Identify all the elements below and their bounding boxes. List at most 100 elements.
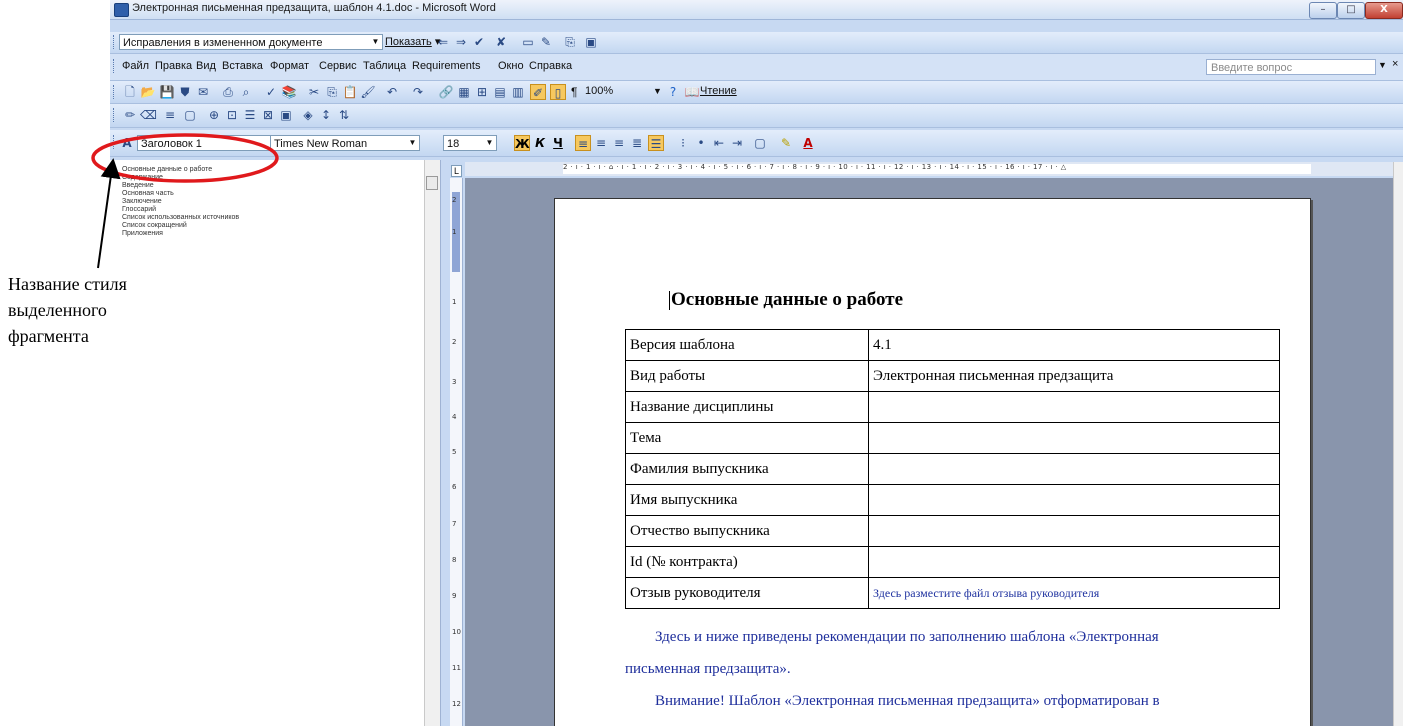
doc-paragraph-line[interactable]: письменная предзащита». — [625, 661, 791, 678]
research-icon[interactable]: 📚 — [281, 84, 297, 100]
toolbar-grip[interactable] — [113, 35, 117, 49]
drawing-grip[interactable] — [113, 108, 117, 122]
draw-table-icon[interactable]: ✏ — [122, 107, 138, 123]
reject-change-icon[interactable]: ✘ — [493, 34, 509, 50]
highlight-color-icon[interactable]: ✎ — [778, 135, 794, 151]
table-cell[interactable] — [868, 422, 1280, 454]
spelling-icon[interactable]: ✓ — [263, 84, 279, 100]
insert-row-icon[interactable]: ⊕ — [206, 107, 222, 123]
document-workarea[interactable]: Основные данные о работе Версия шаблона 4… — [465, 178, 1393, 726]
tab-selector[interactable]: L — [451, 165, 463, 177]
save-icon[interactable]: 💾 — [159, 84, 175, 100]
font-color-icon[interactable]: A — [800, 135, 816, 151]
table-row[interactable]: Название дисциплины — [625, 391, 1280, 423]
print-preview-icon[interactable]: ⌕ — [238, 84, 254, 100]
table-cell[interactable]: Имя выпускника — [625, 484, 869, 516]
table-cell[interactable]: 4.1 — [868, 329, 1280, 361]
increase-indent-icon[interactable]: ⇥ — [729, 135, 745, 151]
insert-excel-icon[interactable]: ▤ — [492, 84, 508, 100]
hyperlink-icon[interactable]: 🔗 — [438, 84, 454, 100]
show-hide-pilcrow-icon[interactable]: ¶ — [571, 85, 577, 99]
docmap-scrollbar[interactable] — [424, 160, 440, 726]
align-icon[interactable]: ☰ — [242, 107, 258, 123]
redo-icon[interactable]: ↷ — [410, 84, 426, 100]
styles-formatting-icon[interactable]: A — [119, 135, 135, 151]
decrease-indent-icon[interactable]: ⇤ — [711, 135, 727, 151]
chevron-down-icon[interactable]: ▼ — [369, 35, 382, 49]
align-center-icon[interactable]: ≡ — [593, 135, 609, 151]
document-scrollbar[interactable] — [1393, 162, 1403, 726]
chevron-down-icon[interactable]: ▼ — [483, 136, 496, 150]
table-row[interactable]: Тема — [625, 422, 1280, 454]
help-icon[interactable]: ? — [665, 84, 681, 100]
table-row[interactable]: Версия шаблона 4.1 — [625, 329, 1280, 361]
table-cell[interactable] — [868, 453, 1280, 485]
table-cell[interactable]: Фамилия выпускника — [625, 453, 869, 485]
show-markup-button[interactable]: Показать ▾ — [385, 35, 440, 48]
font-size-combo[interactable]: 18 ▼ — [443, 135, 497, 151]
zoom-value[interactable]: 100% — [585, 85, 613, 97]
outside-border-icon[interactable]: ▢ — [752, 135, 768, 151]
close-document-icon[interactable]: × — [1392, 58, 1398, 70]
docmap-item[interactable]: Введение — [122, 182, 154, 189]
document-map-icon[interactable]: ▯ — [550, 84, 566, 100]
sort-icon[interactable]: ⇅ — [336, 107, 352, 123]
text-direction-icon[interactable]: ↕ — [318, 107, 334, 123]
print-icon[interactable]: ⎙ — [220, 84, 236, 100]
ask-dropdown-icon[interactable]: ▼ — [1378, 60, 1387, 70]
open-folder-icon[interactable]: 📂 — [140, 84, 156, 100]
formatting-grip[interactable] — [113, 135, 117, 149]
next-change-icon[interactable]: ⇒ — [453, 34, 469, 50]
doc-paragraph-line[interactable]: Внимание! Шаблон «Электронная письменная… — [655, 693, 1160, 710]
standard-grip[interactable] — [113, 85, 117, 99]
read-mode-icon[interactable]: 📖 — [684, 84, 700, 100]
merge-cells-icon[interactable]: ⊡ — [224, 107, 240, 123]
table-row[interactable]: Id (№ контракта) — [625, 546, 1280, 578]
table-cell[interactable]: Версия шаблона — [625, 329, 869, 361]
zoom-dropdown-icon[interactable]: ▼ — [653, 86, 662, 96]
border-color-icon[interactable]: ▢ — [182, 107, 198, 123]
menu-format[interactable]: Формат — [270, 60, 309, 72]
justify-icon[interactable]: ≣ — [629, 135, 645, 151]
table-row[interactable]: Вид работы Электронная письменная предзащ… — [625, 360, 1280, 392]
paste-icon[interactable]: 📋 — [342, 84, 358, 100]
permission-icon[interactable]: ⛊ — [177, 84, 193, 100]
document-heading[interactable]: Основные данные о работе — [671, 289, 903, 311]
horizontal-ruler[interactable]: 2 · ı · 1 · ı · ⌂ · ı · 1 · ı · 2 · ı · … — [465, 162, 1403, 176]
copy-icon[interactable]: ⎘ — [324, 84, 340, 100]
table-cell[interactable]: Отзыв руководителя — [625, 577, 869, 609]
style-combo[interactable]: Заголовок 1 ▼ — [137, 135, 281, 151]
docmap-scroll-thumb[interactable] — [426, 176, 438, 190]
close-window-button[interactable]: X — [1365, 2, 1403, 19]
vertical-ruler[interactable]: 2 1 1 2 3 4 5 6 7 8 9 10 11 12 — [450, 178, 463, 726]
distribute-icon[interactable]: ⊠ — [260, 107, 276, 123]
reading-button[interactable]: Чтение — [700, 85, 737, 97]
ask-question-input[interactable]: Введите вопрос — [1206, 59, 1376, 75]
reviewing-pane-icon[interactable]: ▣ — [583, 34, 599, 50]
table-row[interactable]: Имя выпускника — [625, 484, 1280, 516]
track-changes-icon[interactable]: ⎘ — [562, 34, 578, 50]
undo-icon[interactable]: ↶ — [384, 84, 400, 100]
table-cell[interactable]: Вид работы — [625, 360, 869, 392]
word-app-icon[interactable] — [114, 3, 129, 17]
highlight-icon[interactable]: ✎ — [538, 34, 554, 50]
table-cell[interactable]: Тема — [625, 422, 869, 454]
table-cell[interactable] — [868, 515, 1280, 547]
columns-icon[interactable]: ▥ — [510, 84, 526, 100]
table-row[interactable]: Фамилия выпускника — [625, 453, 1280, 485]
doc-paragraph-line[interactable]: Здесь и ниже приведены рекомендации по з… — [655, 629, 1159, 646]
tables-borders-icon[interactable]: ▦ — [456, 84, 472, 100]
menu-window[interactable]: Окно — [498, 60, 524, 72]
document-page[interactable]: Основные данные о работе Версия шаблона 4… — [554, 198, 1311, 726]
autoformat-icon[interactable]: ▣ — [278, 107, 294, 123]
underline-button[interactable]: Ч — [550, 135, 566, 151]
eraser-icon[interactable]: ⌫ — [140, 107, 157, 123]
line-spacing-icon[interactable]: ☰ — [648, 135, 664, 151]
previous-change-icon[interactable]: ⇐ — [435, 34, 451, 50]
format-painter-icon[interactable]: 🖌 — [360, 84, 376, 100]
docmap-item[interactable]: Содержание — [122, 174, 163, 181]
insert-comment-icon[interactable]: ▭ — [520, 34, 536, 50]
docmap-item[interactable]: Основные данные о работе — [122, 166, 212, 173]
table-row[interactable]: Отчество выпускника — [625, 515, 1280, 547]
docmap-item[interactable]: Список сокращений — [122, 222, 187, 229]
